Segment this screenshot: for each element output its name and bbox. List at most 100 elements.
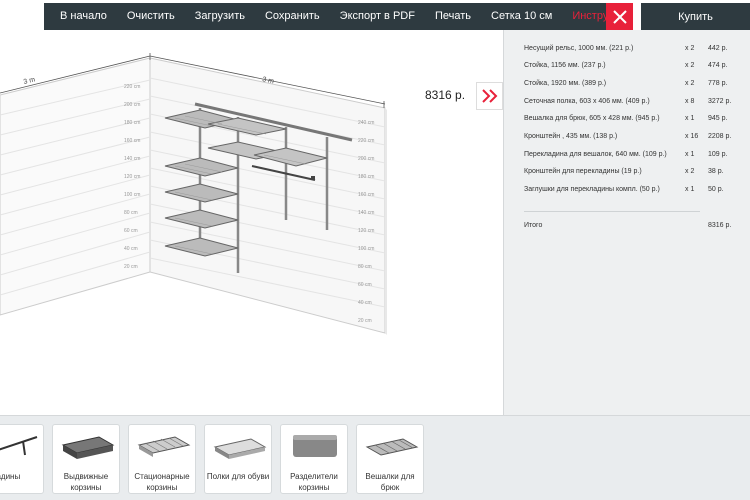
toolbar: В начало Очистить Загрузить Сохранить Эк… bbox=[44, 3, 633, 30]
right-scale-label: 220 cm bbox=[358, 138, 374, 144]
spec-item-qty: x 16 bbox=[685, 133, 699, 140]
catalog-bar: екладины Выдвижные корзины Стационарные … bbox=[0, 415, 750, 500]
spec-row: Стойка, 1920 мм. (389 р.) x 2 778 р. bbox=[524, 80, 742, 93]
left-scale-label: 220 cm bbox=[124, 84, 140, 90]
spec-row: Кронштейн , 435 мм. (138 р.) x 16 2208 р… bbox=[524, 133, 742, 146]
trouser-rack-icon bbox=[365, 438, 419, 456]
spec-item-name: Несущий рельс, 1000 мм. (221 р.) bbox=[524, 45, 634, 52]
catalog-item-label: Полки для обуви bbox=[206, 472, 270, 481]
rail-icon bbox=[0, 436, 38, 456]
spec-row: Несущий рельс, 1000 мм. (221 р.) x 2 442… bbox=[524, 45, 742, 58]
right-scale-label: 240 cm bbox=[358, 120, 374, 126]
left-scale-label: 100 cm bbox=[124, 192, 140, 198]
right-scale-label: 160 cm bbox=[358, 192, 374, 198]
spec-item-price: 3272 р. bbox=[708, 98, 732, 105]
catalog-item-trouser-racks[interactable]: Вешалки для брюк bbox=[356, 424, 424, 494]
spec-item-price: 2208 р. bbox=[708, 133, 732, 140]
left-scale-label: 160 cm bbox=[124, 138, 140, 144]
spec-row: Вешалка для брюк, 605 х 428 мм. (945 р.)… bbox=[524, 115, 742, 128]
spec-row: Кронштейн для перекладины (19 р.) x 2 38… bbox=[524, 168, 742, 181]
specification-panel: Несущий рельс, 1000 мм. (221 р.) x 2 442… bbox=[503, 30, 750, 415]
scene-total-price: 8316 р. bbox=[425, 88, 466, 102]
mesh-basket-icon bbox=[137, 436, 191, 457]
divider-icon bbox=[293, 435, 337, 457]
spec-total-label: Итого bbox=[524, 222, 543, 229]
spec-item-qty: x 1 bbox=[685, 115, 695, 122]
spec-item-qty: x 8 bbox=[685, 98, 695, 105]
catalog-item-drawer-baskets[interactable]: Выдвижные корзины bbox=[52, 424, 120, 494]
spec-item-qty: x 2 bbox=[685, 80, 695, 87]
right-scale-label: 140 cm bbox=[358, 210, 374, 216]
spec-item-qty: x 1 bbox=[685, 186, 695, 193]
catalog-item-fixed-baskets[interactable]: Стационарные корзины bbox=[128, 424, 196, 494]
catalog-item-rails[interactable]: екладины bbox=[0, 424, 44, 494]
catalog-item-label: Разделители корзины bbox=[290, 472, 338, 492]
spec-row: Заглушки для перекладины компл. (50 р.) … bbox=[524, 186, 742, 199]
spec-item-qty: x 1 bbox=[685, 151, 695, 158]
left-scale-label: 140 cm bbox=[124, 156, 140, 162]
right-scale-label: 120 cm bbox=[358, 228, 374, 234]
left-scale-label: 80 cm bbox=[124, 210, 138, 216]
left-scale-label: 60 cm bbox=[124, 228, 138, 234]
spec-item-name: Стойка, 1920 мм. (389 р.) bbox=[524, 80, 607, 87]
spec-item-name: Вешалка для брюк, 605 х 428 мм. (945 р.) bbox=[524, 115, 660, 122]
spec-item-name: Кронштейн , 435 мм. (138 р.) bbox=[524, 133, 618, 140]
grid-toggle-button[interactable]: Сетка 10 см bbox=[481, 3, 562, 30]
spec-item-qty: x 2 bbox=[685, 62, 695, 69]
buy-button[interactable]: Купить bbox=[641, 3, 750, 30]
spec-item-name: Стойка, 1156 мм. (237 р.) bbox=[524, 62, 606, 69]
left-scale-label: 200 cm bbox=[124, 102, 140, 108]
spec-total-value: 8316 р. bbox=[708, 222, 732, 229]
spec-item-price: 474 р. bbox=[708, 62, 728, 69]
close-button[interactable] bbox=[606, 3, 633, 30]
left-scale-label: 20 cm bbox=[124, 264, 138, 270]
right-scale-label: 20 cm bbox=[358, 318, 372, 324]
catalog-item-shoe-shelves[interactable]: Полки для обуви bbox=[204, 424, 272, 494]
basket-icon bbox=[61, 436, 115, 459]
catalog-item-label: Вешалки для брюк bbox=[365, 472, 415, 492]
spec-row: Перекладина для вешалок, 640 мм. (109 р.… bbox=[524, 151, 742, 164]
spec-row: Сеточная полка, 603 х 406 мм. (409 р.) x… bbox=[524, 98, 742, 111]
closet-3d-view[interactable]: 3 m 3 m 220 cm 200 cm 180 cm 160 cm 140 … bbox=[0, 0, 503, 415]
right-scale-label: 60 cm bbox=[358, 282, 372, 288]
double-chevron-right-icon bbox=[481, 89, 497, 103]
left-scale-label: 40 cm bbox=[124, 246, 138, 252]
catalog-item-label: екладины bbox=[0, 472, 21, 481]
spec-item-price: 38 р. bbox=[708, 168, 724, 175]
spec-item-name: Заглушки для перекладины компл. (50 р.) bbox=[524, 186, 660, 193]
spec-divider bbox=[524, 211, 700, 212]
left-scale-label: 180 cm bbox=[124, 120, 140, 126]
shoe-shelf-icon bbox=[213, 438, 267, 459]
right-scale-label: 80 cm bbox=[358, 264, 372, 270]
spec-item-qty: x 2 bbox=[685, 45, 695, 52]
spec-item-name: Сеточная полка, 603 х 406 мм. (409 р.) bbox=[524, 98, 650, 105]
catalog-item-basket-dividers[interactable]: Разделители корзины bbox=[280, 424, 348, 494]
left-scale-label: 120 cm bbox=[124, 174, 140, 180]
load-button[interactable]: Загрузить bbox=[185, 3, 255, 30]
spec-item-price: 442 р. bbox=[708, 45, 728, 52]
spec-item-price: 109 р. bbox=[708, 151, 728, 158]
save-button[interactable]: Сохранить bbox=[255, 3, 330, 30]
right-scale-label: 200 cm bbox=[358, 156, 374, 162]
spec-item-qty: x 2 bbox=[685, 168, 695, 175]
spec-item-price: 778 р. bbox=[708, 80, 728, 87]
spec-item-name: Перекладина для вешалок, 640 мм. (109 р.… bbox=[524, 151, 667, 158]
home-button[interactable]: В начало bbox=[44, 3, 117, 30]
export-pdf-button[interactable]: Экспорт в PDF bbox=[330, 3, 425, 30]
close-icon bbox=[612, 9, 627, 24]
catalog-item-label: Стационарные корзины bbox=[134, 472, 190, 492]
toggle-spec-panel-button[interactable] bbox=[476, 82, 503, 110]
right-scale-label: 180 cm bbox=[358, 174, 374, 180]
print-button[interactable]: Печать bbox=[425, 3, 481, 30]
spec-total-row: Итого 8316 р. bbox=[524, 222, 742, 235]
catalog-item-label: Выдвижные корзины bbox=[63, 472, 109, 492]
right-scale-label: 100 cm bbox=[358, 246, 374, 252]
spec-item-price: 50 р. bbox=[708, 186, 724, 193]
scene-canvas[interactable]: 3 m 3 m 220 cm 200 cm 180 cm 160 cm 140 … bbox=[0, 0, 503, 415]
left-wall bbox=[0, 57, 151, 316]
clear-button[interactable]: Очистить bbox=[117, 3, 185, 30]
spec-item-price: 945 р. bbox=[708, 115, 728, 122]
spec-row: Стойка, 1156 мм. (237 р.) x 2 474 р. bbox=[524, 62, 742, 75]
right-scale-label: 40 cm bbox=[358, 300, 372, 306]
spec-item-name: Кронштейн для перекладины (19 р.) bbox=[524, 168, 642, 175]
